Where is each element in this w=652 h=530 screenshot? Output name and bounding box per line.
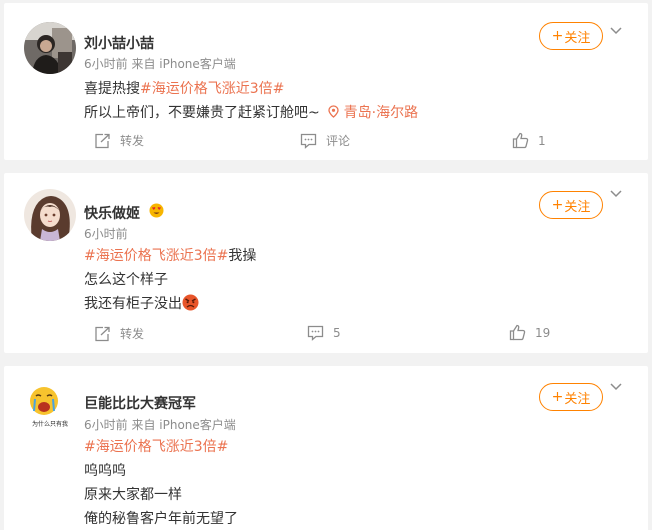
thumbs-up-icon: [509, 324, 526, 341]
avatar[interactable]: 为什么只有我: [24, 381, 76, 433]
follow-label: 关注: [564, 30, 591, 46]
text-segment: 我操: [228, 248, 257, 264]
plus-icon: +: [551, 197, 564, 213]
post-text-line: 呜呜呜: [84, 463, 126, 479]
topic-link[interactable]: #海运价格飞涨近3倍#: [84, 248, 228, 264]
like-button[interactable]: 1: [512, 132, 546, 149]
thumbs-up-icon: [512, 132, 529, 149]
like-count: 19: [535, 325, 551, 340]
comment-button[interactable]: 评论: [300, 132, 350, 149]
avatar[interactable]: [24, 189, 76, 241]
text-segment: 所以上帝们，不要嫌贵了赶紧订舱吧~: [84, 105, 320, 121]
username[interactable]: 巨能比比大赛冠军: [84, 393, 196, 413]
chevron-down-icon[interactable]: [609, 382, 623, 392]
username[interactable]: 刘小喆小喆: [84, 33, 154, 53]
location-link[interactable]: 青岛·海尔路: [324, 105, 418, 121]
comment-button[interactable]: 5: [307, 325, 341, 341]
follow-label: 关注: [564, 199, 591, 215]
repost-label: 转发: [120, 134, 145, 148]
repost-button[interactable]: 转发: [94, 325, 144, 342]
repost-button[interactable]: 转发: [94, 132, 144, 149]
comment-icon: [300, 133, 317, 149]
like-button[interactable]: 19: [509, 324, 550, 341]
follow-button[interactable]: + 关注: [539, 383, 603, 411]
follow-button[interactable]: + 关注: [539, 22, 603, 50]
heart-eyes-emoji-icon: [149, 203, 164, 218]
comment-icon: [307, 325, 324, 341]
post-meta: 6小时前: [84, 227, 128, 241]
post-text-line: 我还有柜子没出: [84, 293, 199, 313]
angry-emoji-icon: [182, 294, 199, 311]
plus-icon: +: [551, 389, 564, 405]
repost-label: 转发: [120, 327, 145, 341]
repost-icon: [95, 133, 110, 148]
avatar-caption: 为什么只有我: [32, 420, 68, 428]
location-pin-icon: [328, 105, 339, 118]
follow-label: 关注: [564, 391, 591, 407]
chevron-down-icon[interactable]: [609, 26, 623, 36]
comment-count: 5: [333, 326, 341, 340]
username[interactable]: 快乐做姬: [84, 203, 140, 223]
post-card: 快乐做姬 6小时前 + 关注 #海运价格飞涨近3倍#我操 怎么这个样子 我还有柜…: [4, 173, 648, 353]
text-segment: 我还有柜子没出: [84, 296, 182, 312]
post-card: 为什么只有我 巨能比比大赛冠军 6小时前 来自 iPhone客户端 + 关注 #…: [4, 366, 648, 530]
post-text-line: 俺的秘鲁客户年前无望了: [84, 511, 238, 527]
comment-label: 评论: [326, 134, 351, 148]
plus-icon: +: [551, 28, 564, 44]
post-text-line: #海运价格飞涨近3倍#: [84, 436, 228, 456]
location-text: 青岛·海尔路: [343, 105, 419, 121]
post-text-line: 喜提热搜#海运价格飞涨近3倍#: [84, 78, 284, 98]
chevron-down-icon[interactable]: [609, 189, 623, 199]
repost-icon: [95, 326, 110, 341]
post-text-line: #海运价格飞涨近3倍#我操: [84, 245, 256, 265]
post-text-line: 怎么这个样子: [84, 272, 168, 288]
like-count: 1: [538, 133, 546, 148]
post-text-line: 所以上帝们，不要嫌贵了赶紧订舱吧~ 青岛·海尔路: [84, 102, 418, 122]
post-meta: 6小时前 来自 iPhone客户端: [84, 57, 236, 71]
follow-button[interactable]: + 关注: [539, 191, 603, 219]
text-segment: 喜提热搜: [84, 81, 140, 97]
post-text-line: 原来大家都一样: [84, 487, 182, 503]
post-meta: 6小时前 来自 iPhone客户端: [84, 418, 236, 432]
topic-link[interactable]: #海运价格飞涨近3倍#: [140, 81, 284, 97]
topic-link[interactable]: #海运价格飞涨近3倍#: [84, 439, 228, 455]
avatar[interactable]: [24, 22, 76, 74]
post-card: 刘小喆小喆 6小时前 来自 iPhone客户端 + 关注 喜提热搜#海运价格飞涨…: [4, 3, 648, 160]
